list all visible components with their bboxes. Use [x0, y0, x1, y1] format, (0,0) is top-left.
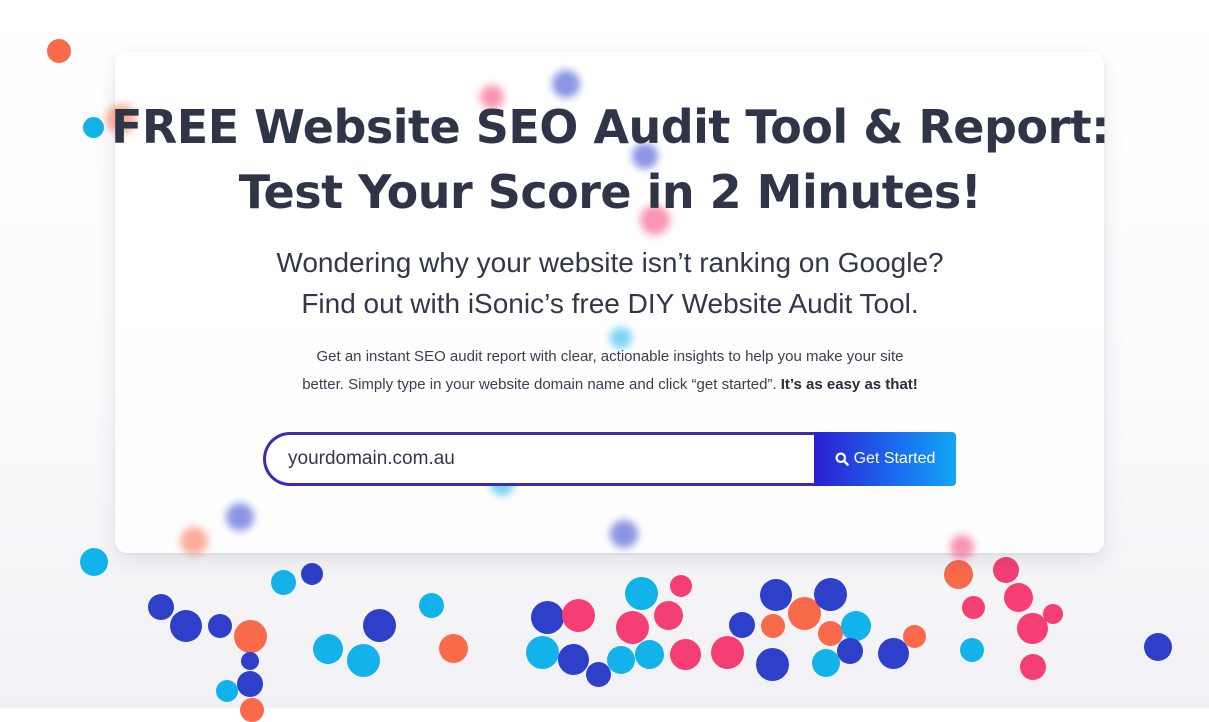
decorative-dot: [170, 610, 202, 642]
decorative-dot: [237, 671, 263, 697]
page-title-line-1: FREE Website SEO Audit Tool & Report:: [110, 100, 1110, 154]
decorative-dot: [363, 609, 396, 642]
decorative-dot: [208, 614, 232, 638]
decorative-dot: [962, 596, 985, 619]
decorative-dot: [756, 648, 789, 681]
decorative-dot: [944, 560, 973, 589]
decorative-dot: [1020, 654, 1046, 680]
description-line-1: Get an instant SEO audit report with cle…: [316, 348, 904, 365]
decorative-dot: [670, 639, 701, 670]
decorative-dot: [670, 575, 692, 597]
decorative-dot: [313, 634, 343, 664]
decorative-dot: [148, 594, 174, 620]
decorative-dot: [347, 644, 380, 677]
page-title-line-2: Test Your Score in 2 Minutes!: [238, 165, 982, 219]
decorative-dot: [729, 612, 755, 638]
description-line-2: better. Simply type in your website doma…: [160, 372, 1060, 398]
decorative-dot: [234, 620, 267, 653]
decorative-dot: [812, 649, 840, 677]
decorative-dot: [814, 578, 847, 611]
decorative-dot: [439, 634, 468, 663]
decorative-dot: [558, 644, 589, 675]
decorative-dot: [654, 601, 683, 630]
decorative-dot: [526, 636, 559, 669]
decorative-dot: [635, 640, 664, 669]
decorative-dot: [1004, 583, 1033, 612]
description-emphasis: It’s as easy as that!: [780, 376, 918, 393]
decorative-dot: [837, 638, 863, 664]
decorative-dot: [240, 698, 264, 722]
get-started-label: Get Started: [853, 450, 936, 467]
decorative-dot: [761, 614, 785, 638]
decorative-dot: [47, 39, 71, 63]
decorative-dot: [760, 579, 792, 611]
decorative-dot: [80, 548, 108, 576]
decorative-dot: [625, 577, 658, 610]
subtitle-line-1: Wondering why your website isn’t ranking…: [276, 247, 944, 278]
decorative-dot: [216, 680, 238, 702]
decorative-dot: [1043, 604, 1063, 624]
decorative-dot: [301, 563, 323, 585]
decorative-dot: [711, 636, 744, 669]
decorative-dot: [607, 646, 635, 674]
decorative-dot: [271, 570, 296, 595]
domain-input[interactable]: [263, 432, 815, 486]
decorative-dot: [562, 599, 595, 632]
description-text: better. Simply type in your website doma…: [302, 376, 781, 393]
decorative-dot: [841, 611, 871, 641]
decorative-dot: [419, 593, 444, 618]
decorative-dot: [1144, 633, 1172, 661]
decorative-dot: [531, 601, 564, 634]
decorative-dot: [241, 652, 259, 670]
subtitle-line-2: Find out with iSonic’s free DIY Website …: [301, 288, 919, 319]
decorative-dot: [960, 638, 984, 662]
search-icon: [835, 452, 849, 466]
get-started-button[interactable]: Get Started: [814, 432, 956, 486]
decorative-dot: [903, 625, 926, 648]
decorative-dot: [616, 611, 649, 644]
domain-search-form: Get Started: [263, 432, 956, 486]
decorative-dot: [993, 557, 1019, 583]
